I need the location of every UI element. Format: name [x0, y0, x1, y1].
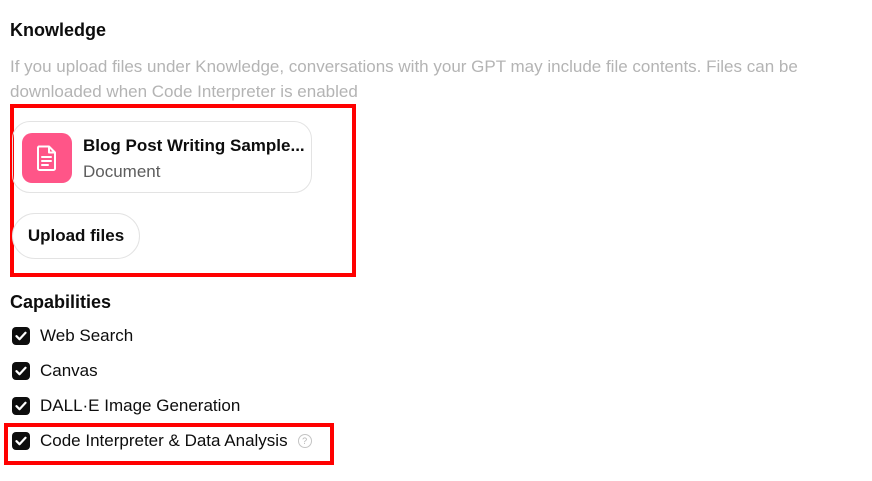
knowledge-file-card[interactable]: Blog Post Writing Sample... Document: [12, 121, 312, 193]
gpt-configure-panel: Knowledge If you upload files under Know…: [0, 0, 872, 481]
upload-files-button[interactable]: Upload files: [12, 213, 140, 259]
checkbox-checked-icon[interactable]: [12, 362, 30, 380]
capabilities-heading: Capabilities: [10, 292, 112, 312]
knowledge-description: If you upload files under Knowledge, con…: [10, 57, 798, 101]
document-icon: [22, 133, 72, 183]
capability-dalle[interactable]: DALL·E Image Generation: [12, 394, 240, 418]
capability-web-search[interactable]: Web Search: [12, 324, 133, 348]
file-type: Document: [83, 162, 161, 181]
file-name: Blog Post Writing Sample...: [83, 136, 305, 155]
capability-label: DALL·E Image Generation: [40, 396, 241, 415]
capability-label: Web Search: [40, 326, 134, 345]
checkbox-checked-icon[interactable]: [12, 397, 30, 415]
capability-label: Canvas: [40, 361, 98, 380]
highlight-box-code-interpreter: [4, 423, 334, 465]
capability-canvas[interactable]: Canvas: [12, 359, 98, 383]
knowledge-heading: Knowledge: [10, 20, 107, 40]
checkbox-checked-icon[interactable]: [12, 327, 30, 345]
